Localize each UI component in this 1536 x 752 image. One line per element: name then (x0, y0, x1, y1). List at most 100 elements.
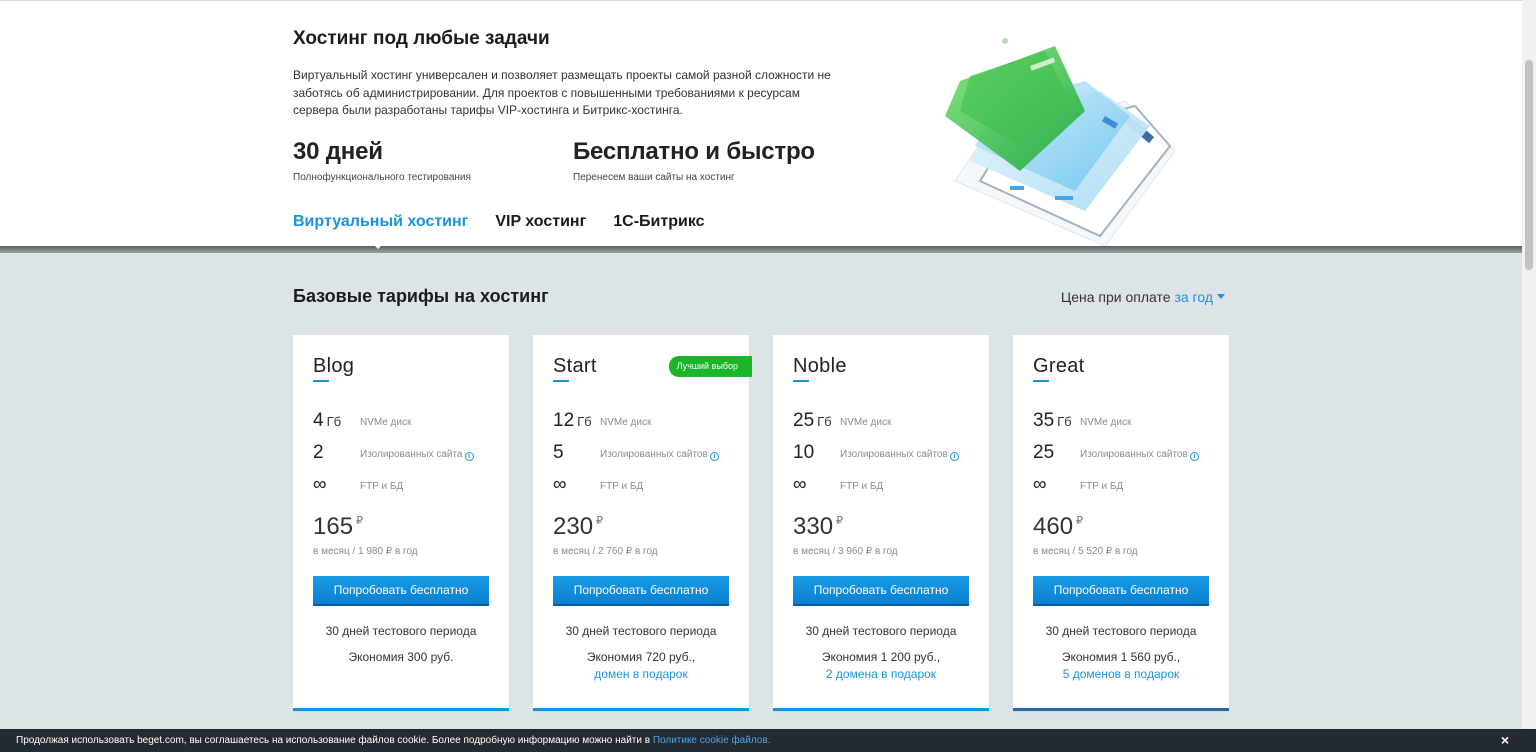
section-title: Базовые тарифы на хостинг (293, 286, 549, 306)
tab-virtual-hosting[interactable]: Виртуальный хостинг (293, 213, 468, 249)
plan-name: Great (1033, 355, 1085, 377)
plan-price: 460 ₽ (1033, 513, 1084, 540)
hero-description: Виртуальный хостинг универсален и позвол… (293, 68, 831, 117)
feature-disk: 4 Гб NVMe диск (313, 410, 503, 432)
feature-ftp-value: ∞ (1033, 474, 1047, 495)
card-bottom-border (293, 708, 509, 711)
plan-savings: Экономия 720 руб., (586, 650, 696, 664)
plan-gift-link[interactable]: 5 доменов в подарок (1013, 667, 1229, 681)
feature-ftp: ∞ FTP и БД (793, 474, 983, 496)
plan-name: Blog (313, 355, 355, 377)
stat-migration: Бесплатно и быстро Перенесем ваши сайты … (573, 138, 815, 183)
hosting-tabs: Виртуальный хостинг VIP хостинг 1С-Битри… (293, 213, 732, 249)
feature-ftp-value: ∞ (553, 474, 567, 495)
stat-testing-value: 30 дней (293, 138, 383, 165)
feature-sites: 10 Изолированных сайтов i (793, 442, 983, 464)
feature-sites-value: 10 (793, 442, 815, 463)
price-period-toggle: Цена при оплате за год (1061, 289, 1225, 305)
feature-sites-label: Изолированных сайтов i (1080, 449, 1199, 461)
plan-trial: 30 дней тестового периода (805, 624, 957, 638)
scrollbar-thumb[interactable] (1525, 60, 1533, 270)
stat-migration-value: Бесплатно и быстро (573, 138, 815, 165)
plan-price-sub: в месяц / 1 980 ₽ в год (313, 546, 418, 557)
info-icon[interactable]: i (464, 452, 474, 461)
ruble-icon: ₽ (596, 515, 604, 527)
section-divider (0, 246, 1522, 253)
cookie-policy-link[interactable]: Политике cookie файлов. (653, 735, 771, 746)
plan-savings: Экономия 1 560 руб., (1061, 650, 1181, 664)
plan-name-underline (1033, 380, 1049, 382)
plan-card-noble: Noble 25 Гб NVMe диск 10 Изолированных са… (773, 335, 989, 711)
feature-ftp-label: FTP и БД (600, 481, 644, 492)
plan-card-start: Start Лучший выбор 12 Гб NVMe диск 5 Изол… (533, 335, 752, 711)
feature-sites-label: Изолированных сайта i (360, 449, 474, 461)
ruble-icon: ₽ (356, 515, 364, 527)
plan-price-sub: в месяц / 2 760 ₽ в год (553, 546, 658, 557)
plan-price: 230 ₽ (553, 513, 604, 540)
feature-disk-value: 25 Гб (793, 410, 832, 431)
best-choice-badge: Лучший выбор (668, 356, 752, 377)
plan-price: 165 ₽ (313, 513, 364, 540)
price-period-label: Цена при оплате (1060, 289, 1171, 305)
ruble-icon: ₽ (1076, 515, 1084, 527)
ruble-icon: ₽ (836, 515, 844, 527)
stat-testing: 30 дней Полнофункционального тестировани… (293, 138, 471, 183)
try-free-button[interactable]: Попробовать бесплатно (1033, 576, 1209, 606)
feature-sites-value: 2 (313, 442, 324, 463)
feature-ftp-label: FTP и БД (360, 481, 404, 492)
feature-sites-value: 25 (1033, 442, 1055, 463)
feature-disk-value: 35 Гб (1033, 410, 1072, 431)
plan-name: Start (553, 355, 597, 377)
feature-sites-label: Изолированных сайтов i (840, 449, 959, 461)
feature-disk-label: NVMe диск (840, 417, 892, 428)
plan-price-sub: в месяц / 5 520 ₽ в год (1033, 546, 1138, 557)
feature-ftp-label: FTP и БД (1080, 481, 1124, 492)
chevron-down-icon (1217, 294, 1225, 299)
plan-name-underline (553, 380, 569, 382)
tab-vip-hosting[interactable]: VIP хостинг (495, 213, 586, 231)
info-icon[interactable]: i (1189, 452, 1199, 461)
plan-name-underline (793, 380, 809, 382)
price-period-dropdown[interactable]: за год (1174, 289, 1225, 305)
feature-disk-label: NVMe диск (360, 417, 412, 428)
page-scrollbar[interactable] (1522, 0, 1536, 729)
cookie-text: Продолжая использовать beget.com, вы сог… (16, 735, 651, 746)
plan-price-sub: в месяц / 3 960 ₽ в год (793, 546, 898, 557)
feature-disk: 12 Гб NVMe диск (553, 410, 743, 432)
stat-migration-caption: Перенесем ваши сайты на хостинг (573, 172, 735, 183)
info-icon[interactable]: i (949, 452, 959, 461)
cookie-banner: Продолжая использовать beget.com, вы сог… (0, 729, 1536, 752)
try-free-button[interactable]: Попробовать бесплатно (313, 576, 489, 606)
feature-disk-label: NVMe диск (1080, 417, 1132, 428)
feature-disk-value: 4 Гб (313, 410, 342, 431)
feature-ftp-label: FTP и БД (840, 481, 884, 492)
plan-price: 330 ₽ (793, 513, 844, 540)
plan-savings: Экономия 300 руб. (348, 650, 454, 664)
feature-sites-value: 5 (553, 442, 564, 463)
close-icon[interactable]: × (1501, 729, 1509, 752)
plan-trial: 30 дней тестового периода (565, 624, 717, 638)
info-icon[interactable]: i (709, 452, 719, 461)
try-free-button[interactable]: Попробовать бесплатно (553, 576, 729, 606)
try-free-button[interactable]: Попробовать бесплатно (793, 576, 969, 606)
feature-disk-value: 12 Гб (553, 410, 592, 431)
feature-ftp: ∞ FTP и БД (313, 474, 503, 496)
feature-ftp-value: ∞ (313, 474, 327, 495)
plan-gift-link[interactable]: 2 домена в подарок (773, 667, 989, 681)
feature-sites: 2 Изолированных сайта i (313, 442, 503, 464)
feature-disk-label: NVMe диск (600, 417, 652, 428)
plan-savings: Экономия 1 200 руб., (821, 650, 941, 664)
plan-gift-link[interactable]: домен в подарок (533, 667, 749, 681)
plan-card-blog: Blog 4 Гб NVMe диск 2 Изолированных сайта… (293, 335, 509, 711)
tab-1c-bitrix[interactable]: 1С-Битрикс (613, 213, 704, 231)
feature-disk: 25 Гб NVMe диск (793, 410, 983, 432)
price-period-value: за год (1174, 289, 1213, 305)
feature-ftp: ∞ FTP и БД (1033, 474, 1223, 496)
feature-sites: 5 Изолированных сайтов i (553, 442, 743, 464)
feature-sites: 25 Изолированных сайтов i (1033, 442, 1223, 464)
plan-trial: 30 дней тестового периода (1045, 624, 1197, 638)
feature-ftp-value: ∞ (793, 474, 807, 495)
feature-disk: 35 Гб NVMe диск (1033, 410, 1223, 432)
stat-testing-caption: Полнофункционального тестирования (293, 172, 471, 183)
hosting-illustration (945, 38, 1176, 247)
